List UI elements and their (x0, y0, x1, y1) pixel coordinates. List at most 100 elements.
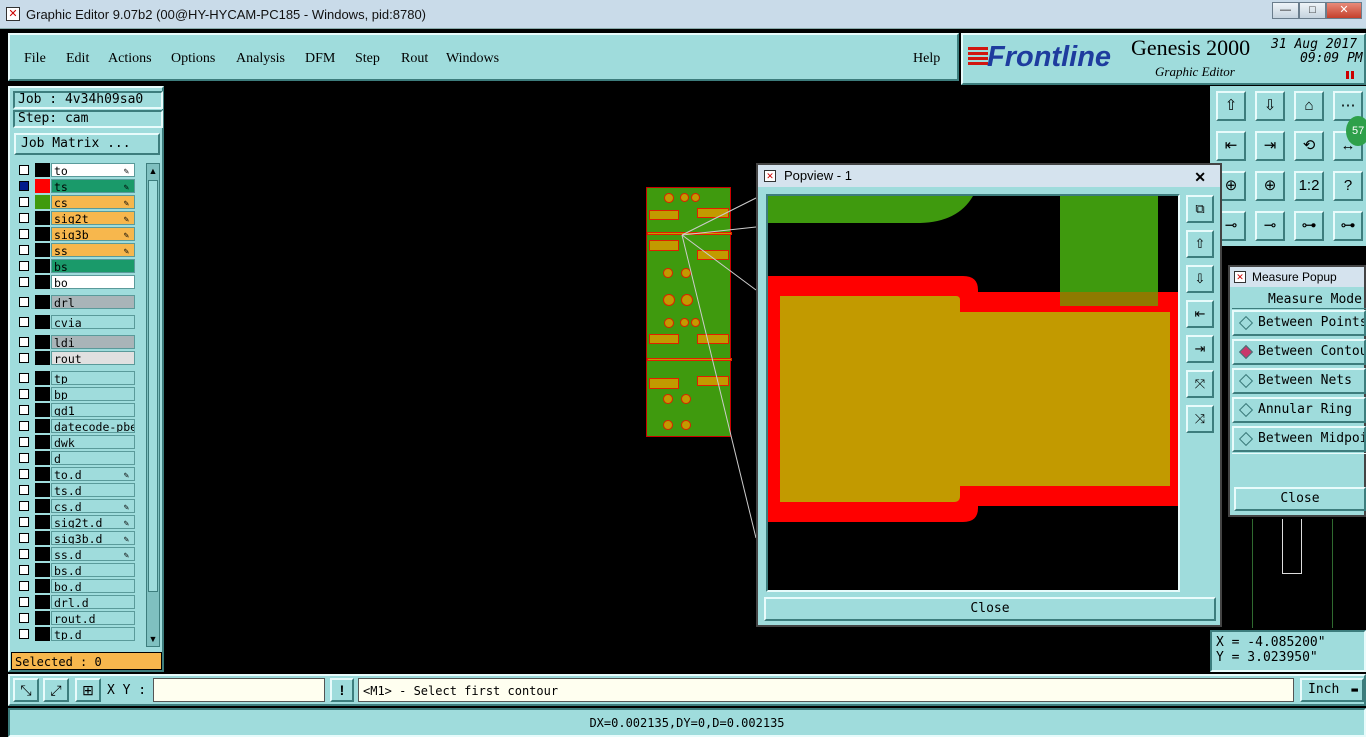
layer-color-swatch[interactable] (35, 295, 50, 309)
layer-row-sig3b.d[interactable]: sig3b.d ✎ (13, 531, 137, 545)
layer-name[interactable]: cs.d ✎ (51, 499, 135, 513)
menu-dfm[interactable]: DFM (305, 51, 335, 67)
layer-checkbox[interactable] (19, 245, 29, 255)
layer-checkbox[interactable] (19, 517, 29, 527)
layer-color-swatch[interactable] (35, 335, 50, 349)
layer-row-tp.d[interactable]: tp.d (13, 627, 137, 641)
layer-color-swatch[interactable] (35, 371, 50, 385)
layer-name[interactable]: gd1 (51, 403, 135, 417)
layer-name[interactable]: d (51, 451, 135, 465)
layer-row-bp[interactable]: bp (13, 387, 137, 401)
layer-checkbox[interactable] (19, 453, 29, 463)
layer-checkbox[interactable] (19, 469, 29, 479)
menu-analysis[interactable]: Analysis (236, 51, 285, 67)
measure-icon[interactable]: ⤢ (43, 678, 69, 702)
layer-color-swatch[interactable] (35, 435, 50, 449)
layer-name[interactable]: bp (51, 387, 135, 401)
popview-close-button[interactable]: Close (764, 597, 1216, 621)
layer-checkbox[interactable] (19, 165, 29, 175)
layer-row-sig3b[interactable]: sig3b ✎ (13, 227, 137, 241)
layer-color-swatch[interactable] (35, 163, 50, 177)
layer-name[interactable]: sig2t ✎ (51, 211, 135, 225)
close-button[interactable]: ✕ (1326, 2, 1362, 19)
up-icon[interactable]: ⇧ (1186, 230, 1214, 258)
layer-row-to.d[interactable]: to.d ✎ (13, 467, 137, 481)
layer-name[interactable]: cvia (51, 315, 135, 329)
fit-icon[interactable]: ⤧ (1186, 370, 1214, 398)
maximize-button[interactable]: □ (1299, 2, 1326, 19)
layer-color-swatch[interactable] (35, 451, 50, 465)
minimize-button[interactable]: — (1272, 2, 1299, 19)
layer-checkbox[interactable] (19, 277, 29, 287)
layer-color-swatch[interactable] (35, 419, 50, 433)
layer-checkbox[interactable] (19, 213, 29, 223)
layer-color-swatch[interactable] (35, 563, 50, 577)
layer-row-bo.d[interactable]: bo.d (13, 579, 137, 593)
units-dropdown[interactable]: Inch ▬ (1300, 678, 1364, 702)
layer-row-d[interactable]: d (13, 451, 137, 465)
layer-checkbox[interactable] (19, 549, 29, 559)
layer-name[interactable]: bs.d (51, 563, 135, 577)
down-icon[interactable]: ⇩ (1186, 265, 1214, 293)
layer-checkbox[interactable] (19, 437, 29, 447)
layer-color-swatch[interactable] (35, 243, 50, 257)
layer-name[interactable]: tp.d (51, 627, 135, 641)
layer-row-drl.d[interactable]: drl.d (13, 595, 137, 609)
layer-color-swatch[interactable] (35, 315, 50, 329)
layer-name[interactable]: rout.d (51, 611, 135, 625)
layer-color-swatch[interactable] (35, 211, 50, 225)
measure-option[interactable]: Between Midpoints (1232, 426, 1366, 452)
layer-checkbox[interactable] (19, 501, 29, 511)
layer-color-swatch[interactable] (35, 531, 50, 545)
layer-checkbox[interactable] (19, 229, 29, 239)
layer-list-scrollbar[interactable]: ▲ ▼ (146, 163, 160, 647)
layer-row-sig2t.d[interactable]: sig2t.d ✎ (13, 515, 137, 529)
measure-option[interactable]: Annular Ring (1232, 397, 1366, 423)
scroll-thumb[interactable] (148, 180, 158, 592)
layer-name[interactable]: sig3b ✎ (51, 227, 135, 241)
layer-color-swatch[interactable] (35, 467, 50, 481)
layer-checkbox[interactable] (19, 629, 29, 639)
layer-color-swatch[interactable] (35, 627, 50, 641)
right-icon[interactable]: ⇥ (1255, 131, 1285, 161)
layer-checkbox[interactable] (19, 565, 29, 575)
layer-name[interactable]: to.d ✎ (51, 467, 135, 481)
snap-icon[interactable]: ⤡ (13, 678, 39, 702)
layer-row-ts[interactable]: ts ✎ (13, 179, 137, 193)
layer-color-swatch[interactable] (35, 403, 50, 417)
layer-color-swatch[interactable] (35, 547, 50, 561)
layer-name[interactable]: bs (51, 259, 135, 273)
layer-name[interactable]: drl (51, 295, 135, 309)
layer-row-cvia[interactable]: cvia (13, 315, 137, 329)
layer-name[interactable]: dwk (51, 435, 135, 449)
alert-icon[interactable]: ! (330, 678, 354, 702)
layer-row-ss[interactable]: ss ✎ (13, 243, 137, 257)
layer-row-ldi[interactable]: ldi (13, 335, 137, 349)
home-icon[interactable]: ⌂ (1294, 91, 1324, 121)
xy-input[interactable] (153, 678, 325, 702)
layer-checkbox[interactable] (19, 581, 29, 591)
layer-checkbox[interactable] (19, 337, 29, 347)
layer-row-bs.d[interactable]: bs.d (13, 563, 137, 577)
layer-row-ss.d[interactable]: ss.d ✎ (13, 547, 137, 561)
layer-checkbox[interactable] (19, 405, 29, 415)
layer-checkbox[interactable] (19, 533, 29, 543)
menu-rout[interactable]: Rout (401, 51, 428, 67)
layer-row-datecode-pbe[interactable]: datecode-pbe (13, 419, 137, 433)
layer-checkbox[interactable] (19, 353, 29, 363)
layer-name[interactable]: tp (51, 371, 135, 385)
layer-checkbox[interactable] (19, 389, 29, 399)
menu-options[interactable]: Options (171, 51, 215, 67)
layer-color-swatch[interactable] (35, 499, 50, 513)
layer-checkbox[interactable] (19, 613, 29, 623)
layer-row-sig2t[interactable]: sig2t ✎ (13, 211, 137, 225)
undo-icon[interactable]: ⟲ (1294, 131, 1324, 161)
right-icon[interactable]: ⇥ (1186, 335, 1214, 363)
measure-option[interactable]: Between Nets (1232, 368, 1366, 394)
layer-checkbox[interactable] (19, 297, 29, 307)
layer-checkbox[interactable] (19, 181, 29, 191)
measure-option[interactable]: Between Contours (1232, 339, 1366, 365)
net-icon[interactable]: ⊶ (1294, 211, 1324, 241)
menu-help[interactable]: Help (913, 51, 940, 67)
scroll-down-icon[interactable]: ▼ (147, 632, 159, 646)
